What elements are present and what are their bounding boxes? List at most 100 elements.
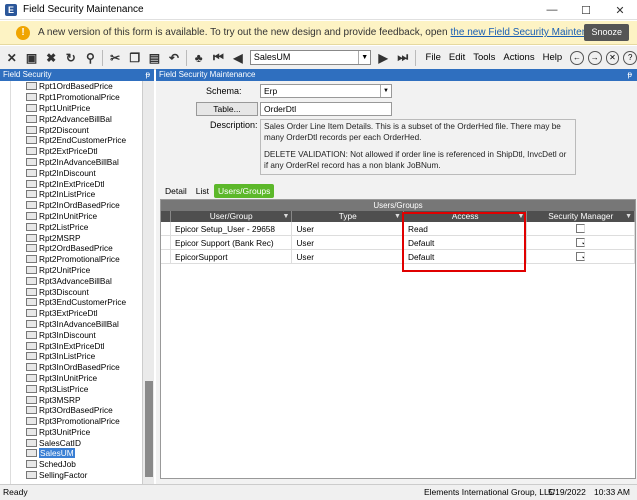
tree-item[interactable]: Rpt2UnitPrice [26, 265, 142, 276]
tree-item[interactable]: Rpt3PromotionalPrice [26, 416, 142, 427]
copy-icon[interactable]: ❐ [127, 50, 143, 66]
refresh-icon[interactable]: ↻ [63, 50, 79, 66]
back-icon[interactable]: ← [570, 50, 584, 65]
menu-actions[interactable]: Actions [503, 52, 534, 63]
cell-user-group[interactable]: Epicor Support (Bank Rec) [171, 236, 293, 249]
security-manager-checkbox[interactable]: ✓ [576, 252, 586, 261]
filter-icon[interactable]: ▼ [394, 211, 401, 222]
tree-item[interactable]: Rpt2Discount [26, 124, 142, 135]
tree-item[interactable]: Rpt2OrdBasedPrice [26, 243, 142, 254]
tree-item[interactable]: Rpt3OrdBasedPrice [26, 405, 142, 416]
scrollbar-thumb[interactable] [145, 381, 153, 477]
tree-item[interactable]: Rpt2InDiscount [26, 167, 142, 178]
tab-users-groups[interactable]: Users/Groups [213, 184, 275, 198]
record-selector[interactable]: SalesUM ▼ [249, 50, 372, 65]
security-manager-checkbox[interactable]: ✓ [576, 238, 586, 247]
table-row[interactable]: EpicorSupportUserDefault✓ [161, 250, 635, 264]
attachment-icon[interactable]: ⚲ [83, 50, 99, 66]
table-row[interactable]: Epicor Setup_User - 29658 User Read [161, 222, 635, 236]
minimize-button[interactable]: — [535, 0, 569, 20]
menu-tools[interactable]: Tools [473, 52, 495, 63]
tree-item[interactable]: Rpt2InUnitPrice [26, 211, 142, 222]
menu-file[interactable]: File [426, 52, 441, 63]
tree-item[interactable]: Rpt3InListPrice [26, 351, 142, 362]
close-button[interactable]: ✕ [603, 0, 637, 20]
undo-icon[interactable]: ↶ [166, 50, 182, 66]
paste-icon[interactable]: ▤ [147, 50, 163, 66]
cut-icon[interactable]: ✂ [107, 50, 123, 66]
tree-item[interactable]: Rpt2PromotionalPrice [26, 254, 142, 265]
tree-item[interactable]: SalesCatID [26, 437, 142, 448]
row-selector[interactable] [161, 250, 171, 263]
tree-item[interactable]: Rpt3EndCustomerPrice [26, 297, 142, 308]
forward-icon[interactable]: → [587, 50, 602, 65]
tree-item[interactable]: Rpt3AdvanceBillBal [26, 275, 142, 286]
row-selector[interactable] [161, 222, 171, 235]
last-record-icon[interactable]: ⏭ [395, 50, 411, 66]
column-user-group[interactable]: User/Group ▼ [171, 211, 293, 222]
tab-list[interactable]: List [192, 184, 213, 198]
cell-type[interactable]: User [292, 250, 404, 263]
tree-item[interactable]: Rpt2InOrdBasedPrice [26, 200, 142, 211]
save-icon[interactable]: ▣ [24, 50, 40, 66]
tree-item[interactable]: Rpt3ExtPriceDtl [26, 308, 142, 319]
maximize-button[interactable]: ☐ [569, 0, 603, 20]
tree-scrollbar[interactable] [142, 81, 154, 484]
tree-item[interactable]: Rpt3InExtPriceDtl [26, 340, 142, 351]
tree-item[interactable]: Rpt3InUnitPrice [26, 373, 142, 384]
tree-item[interactable]: Rpt2EndCustomerPrice [26, 135, 142, 146]
new-icon[interactable]: ✕ [4, 50, 20, 66]
menu-edit[interactable]: Edit [449, 52, 465, 63]
tree-item[interactable]: Rpt2InListPrice [26, 189, 142, 200]
cell-user-group[interactable]: EpicorSupport [171, 250, 293, 263]
field-icon [26, 406, 37, 415]
column-security-manager[interactable]: Security Manager ▼ [527, 211, 636, 222]
schema-select[interactable]: Erp ▼ [260, 84, 392, 98]
tree-item[interactable]: Rpt1UnitPrice [26, 103, 142, 114]
tab-detail[interactable]: Detail [161, 184, 191, 198]
cell-type[interactable]: User [292, 222, 404, 235]
pin-icon[interactable]: ᵽ [628, 69, 632, 81]
tree-item[interactable]: SchedJob [26, 459, 142, 470]
security-manager-checkbox[interactable] [576, 224, 586, 233]
tree-item[interactable]: Rpt1PromotionalPrice [26, 92, 142, 103]
snooze-button[interactable]: Snooze [584, 24, 629, 41]
tree-item[interactable]: Rpt2InExtPriceDtl [26, 178, 142, 189]
cell-user-group[interactable]: Epicor Setup_User - 29658 [171, 222, 293, 235]
chevron-down-icon[interactable]: ▼ [358, 51, 370, 64]
cell-type[interactable]: User [292, 236, 404, 249]
tree-item[interactable]: Rpt2InAdvanceBillBal [26, 157, 142, 168]
table-row[interactable]: Epicor Support (Bank Rec)UserDefault✓ [161, 236, 635, 250]
close-form-icon[interactable]: ✕ [605, 50, 620, 65]
menu-help[interactable]: Help [543, 52, 563, 63]
tree-icon[interactable]: ♣ [191, 50, 207, 66]
tree-item[interactable]: Rpt3UnitPrice [26, 427, 142, 438]
tree-item[interactable]: Rpt3MSRP [26, 394, 142, 405]
tree-item[interactable]: Rpt3InOrdBasedPrice [26, 362, 142, 373]
users-groups-grid: Users/Groups User/Group ▼ Type ▼ Access … [160, 199, 636, 479]
tree-item[interactable]: Rpt2ListPrice [26, 221, 142, 232]
row-selector[interactable] [161, 236, 171, 249]
tree-item[interactable]: Rpt1OrdBasedPrice [26, 81, 142, 92]
tree-item[interactable]: Rpt3Discount [26, 286, 142, 297]
chevron-down-icon[interactable]: ▼ [380, 85, 391, 97]
tree-item[interactable]: SellingFactor [26, 470, 142, 481]
tree-item[interactable]: SalesUM [26, 448, 142, 459]
tree-item[interactable]: Rpt2AdvanceBillBal [26, 113, 142, 124]
table-field[interactable]: OrderDtl [260, 102, 392, 116]
tree-item[interactable]: Rpt3InDiscount [26, 329, 142, 340]
tree-item[interactable]: Rpt2MSRP [26, 232, 142, 243]
table-button[interactable]: Table... [196, 102, 258, 116]
next-record-icon[interactable]: ▶ [375, 50, 391, 66]
tree-item[interactable]: Rpt2ExtPriceDtl [26, 146, 142, 157]
previous-record-icon[interactable]: ◀ [230, 50, 246, 66]
column-type[interactable]: Type ▼ [292, 211, 404, 222]
delete-icon[interactable]: ✖ [43, 50, 59, 66]
filter-icon[interactable]: ▼ [283, 211, 290, 222]
tree-item[interactable]: Rpt3InAdvanceBillBal [26, 319, 142, 330]
first-record-icon[interactable]: ⏮ [211, 50, 227, 66]
filter-icon[interactable]: ▼ [625, 211, 632, 222]
pin-icon[interactable]: ᵽ [146, 69, 150, 81]
help-icon[interactable]: ? [623, 50, 637, 65]
tree-item[interactable]: Rpt3ListPrice [26, 383, 142, 394]
